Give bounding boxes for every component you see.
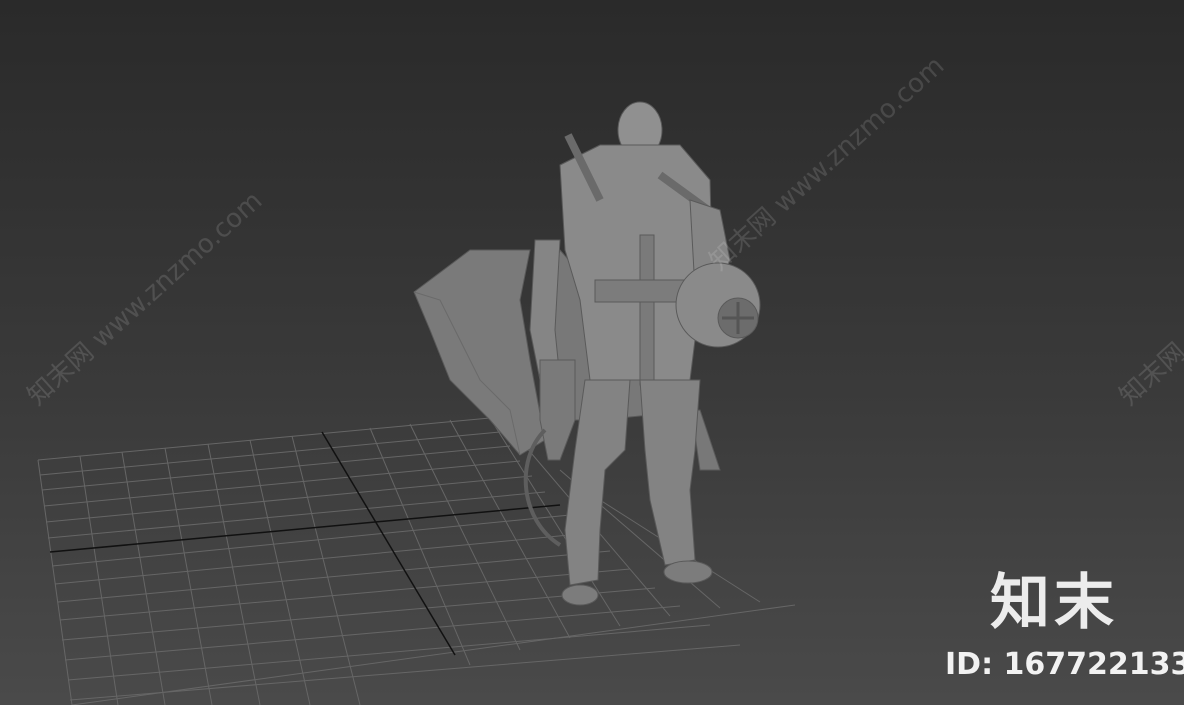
character-model — [413, 101, 761, 606]
model-id-label: ID: 167722133 — [945, 647, 1184, 682]
3d-viewport[interactable]: 知末网 www.znzmo.com 知末网 www.znzmo.com 知末网 … — [0, 0, 1184, 705]
brand-logo: 知末 — [990, 568, 1118, 638]
